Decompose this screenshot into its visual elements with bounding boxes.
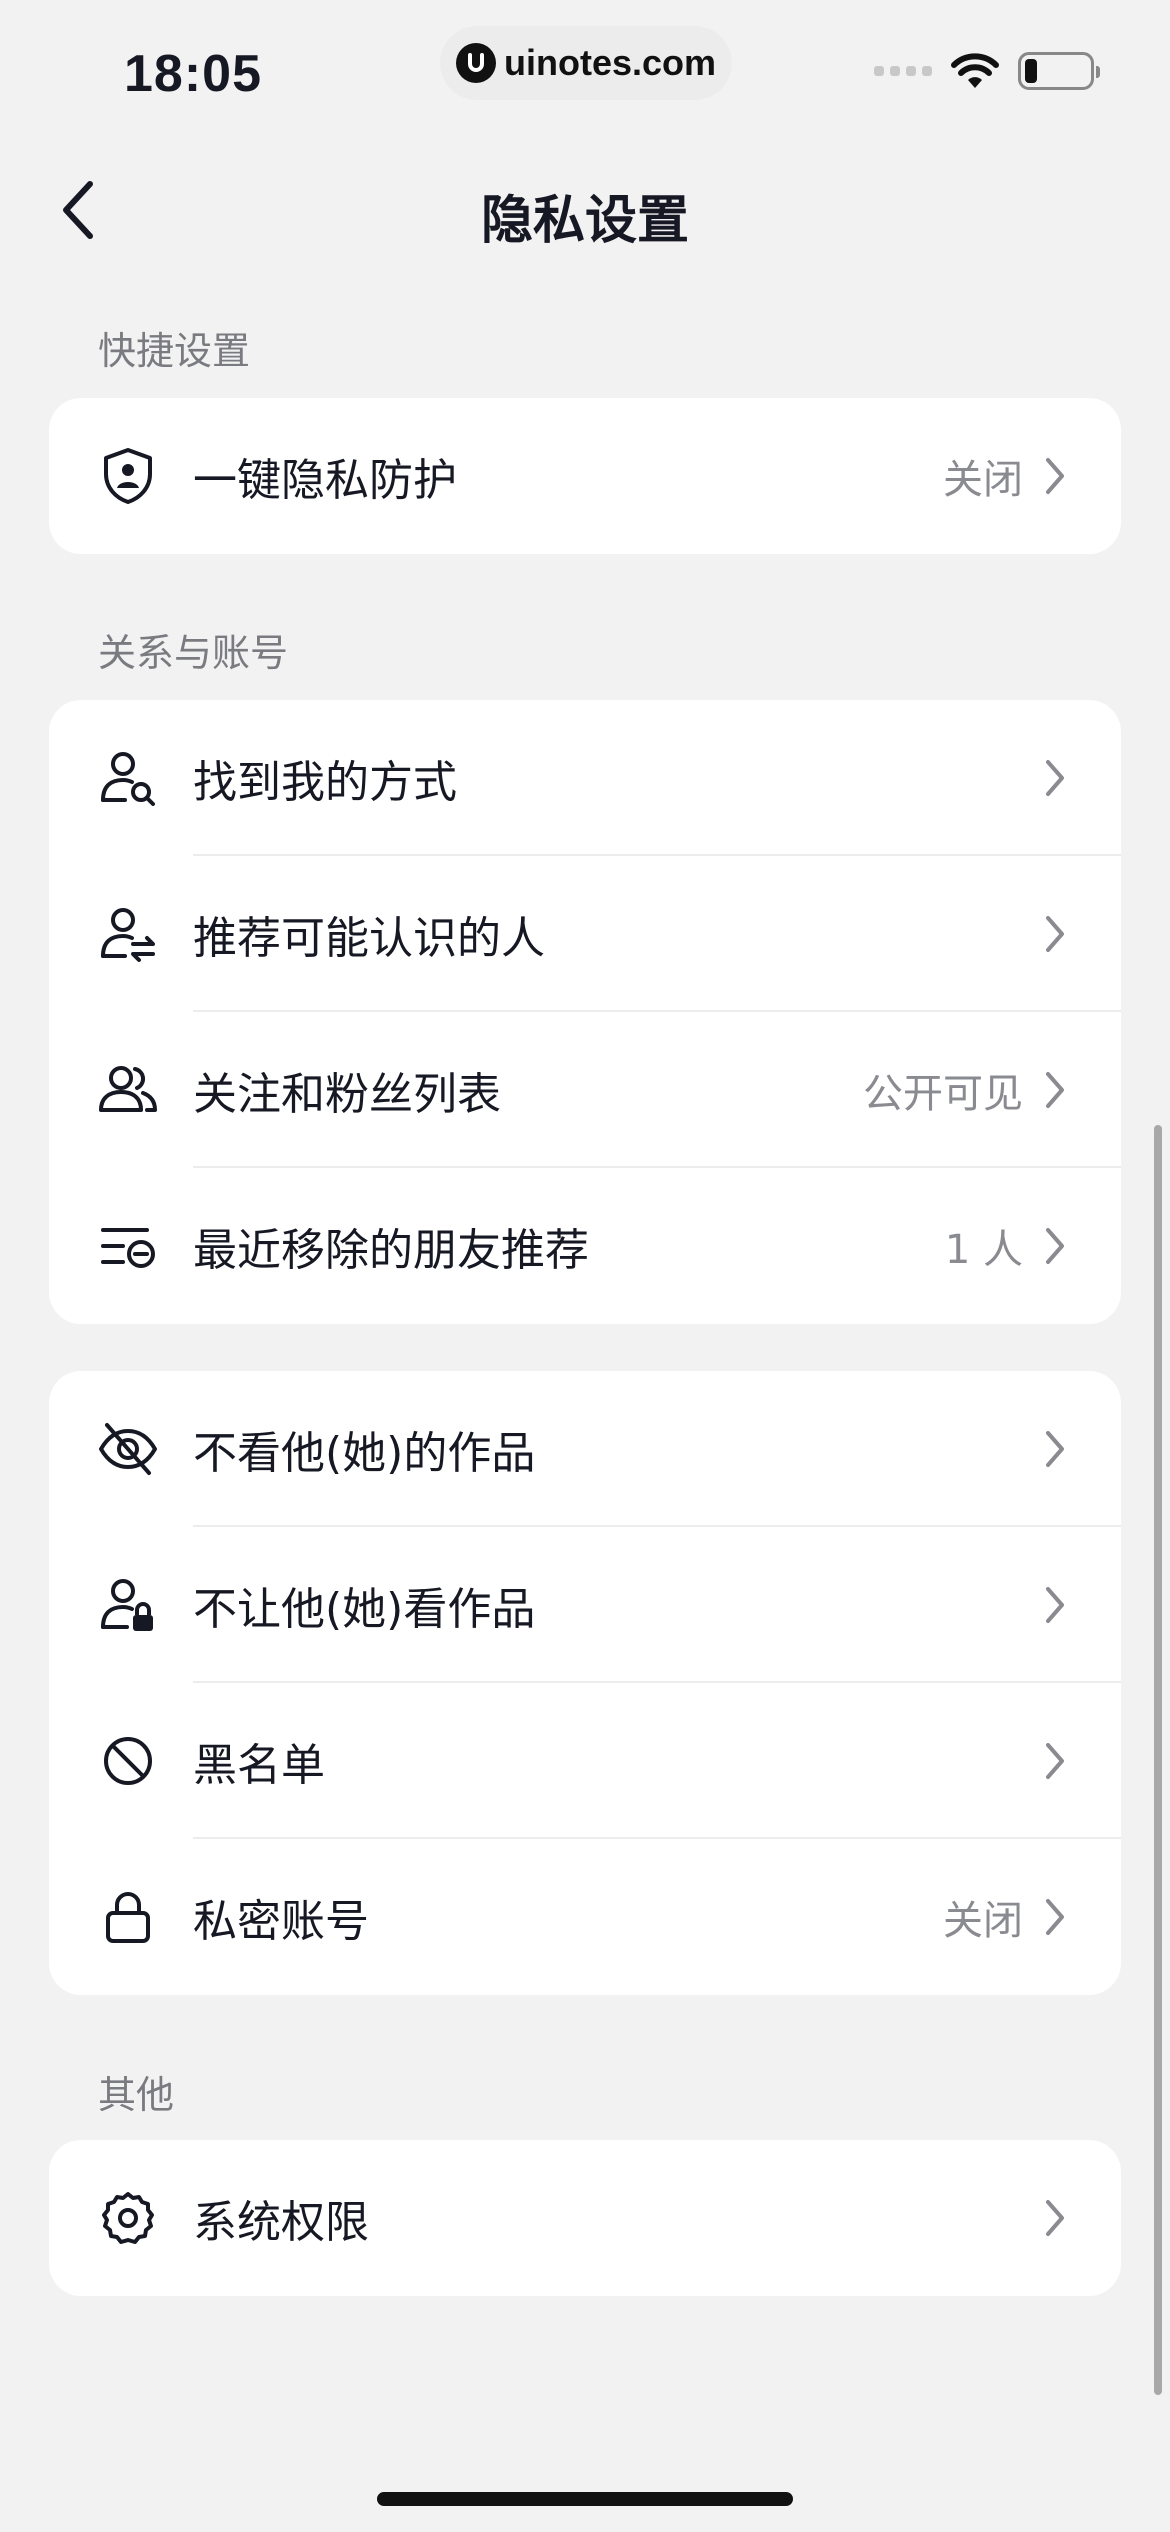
people-icon (97, 1059, 159, 1121)
card-relations: 找到我的方式 推荐可能认识的人 关注和粉丝列表 公开可见 最近移除的朋友推荐 1… (49, 700, 1121, 1324)
row-value: 公开可见 (863, 1071, 1023, 1117)
row-label: 找到我的方式 (193, 757, 457, 808)
lock-icon (97, 1886, 159, 1948)
row-label: 系统权限 (193, 2197, 369, 2248)
person-lock-icon (97, 1574, 159, 1636)
row-removed-recommendations[interactable]: 最近移除的朋友推荐 1 人 (49, 1168, 1121, 1324)
chevron-right-icon (1033, 454, 1077, 498)
chevron-right-icon (1033, 1895, 1077, 1939)
section-header-relations: 关系与账号 (98, 631, 289, 675)
row-block-them-from-works[interactable]: 不让他(她)看作品 (49, 1527, 1121, 1683)
row-label: 推荐可能认识的人 (193, 913, 545, 964)
url-text: uinotes.com (503, 42, 717, 83)
chevron-right-icon (1033, 1068, 1077, 1112)
nav-bar: 隐私设置 (0, 150, 1170, 270)
status-indicators (874, 52, 1100, 90)
eye-off-icon (97, 1418, 159, 1480)
chevron-right-icon (1033, 1739, 1077, 1783)
shield-person-icon (97, 445, 159, 507)
section-header-quick: 快捷设置 (98, 329, 251, 373)
chevron-right-icon (1033, 1427, 1077, 1471)
url-pill[interactable]: uinotes.com (440, 26, 732, 100)
gear-icon (97, 2187, 159, 2249)
section-header-other: 其他 (98, 2073, 175, 2117)
page-title: 隐私设置 (480, 191, 689, 251)
cellular-signal-icon (874, 66, 932, 76)
card-other: 系统权限 (49, 2140, 1121, 2296)
chevron-right-icon (1033, 1224, 1077, 1268)
scrollbar[interactable] (1154, 1125, 1162, 2395)
row-label: 最近移除的朋友推荐 (193, 1225, 589, 1276)
row-value: 1 人 (944, 1227, 1023, 1273)
row-value: 关闭 (943, 457, 1023, 503)
row-value: 关闭 (943, 1898, 1023, 1944)
status-bar: 18:05 uinotes.com (0, 0, 1170, 150)
chevron-right-icon (1033, 756, 1077, 800)
chevron-right-icon (1033, 2196, 1077, 2240)
block-icon (97, 1730, 159, 1792)
row-recommend-people[interactable]: 推荐可能认识的人 (49, 856, 1121, 1012)
row-label: 不让他(她)看作品 (193, 1584, 536, 1635)
row-find-me[interactable]: 找到我的方式 (49, 700, 1121, 856)
person-swap-icon (97, 903, 159, 965)
status-time: 18:05 (124, 45, 262, 103)
row-label: 黑名单 (193, 1740, 325, 1791)
home-indicator[interactable] (377, 2492, 793, 2506)
row-private-account[interactable]: 私密账号 关闭 (49, 1839, 1121, 1995)
row-label: 关注和粉丝列表 (193, 1069, 501, 1120)
row-label: 私密账号 (193, 1896, 369, 1947)
card-quick: 一键隐私防护 关闭 (49, 398, 1121, 554)
row-hide-their-works[interactable]: 不看他(她)的作品 (49, 1371, 1121, 1527)
site-logo-icon (455, 43, 496, 83)
row-label: 不看他(她)的作品 (193, 1428, 536, 1479)
row-follow-list[interactable]: 关注和粉丝列表 公开可见 (49, 1012, 1121, 1168)
wifi-icon (951, 53, 999, 88)
list-remove-icon (97, 1215, 159, 1277)
chevron-right-icon (1033, 912, 1077, 956)
card-visibility: 不看他(她)的作品 不让他(她)看作品 黑名单 私密账号 关闭 (49, 1371, 1121, 1995)
chevron-right-icon (1033, 1583, 1077, 1627)
battery-icon (1018, 52, 1100, 90)
row-privacy-protection[interactable]: 一键隐私防护 关闭 (49, 398, 1121, 554)
row-blacklist[interactable]: 黑名单 (49, 1683, 1121, 1839)
row-system-permissions[interactable]: 系统权限 (49, 2140, 1121, 2296)
row-label: 一键隐私防护 (193, 455, 457, 506)
person-search-icon (97, 747, 159, 809)
